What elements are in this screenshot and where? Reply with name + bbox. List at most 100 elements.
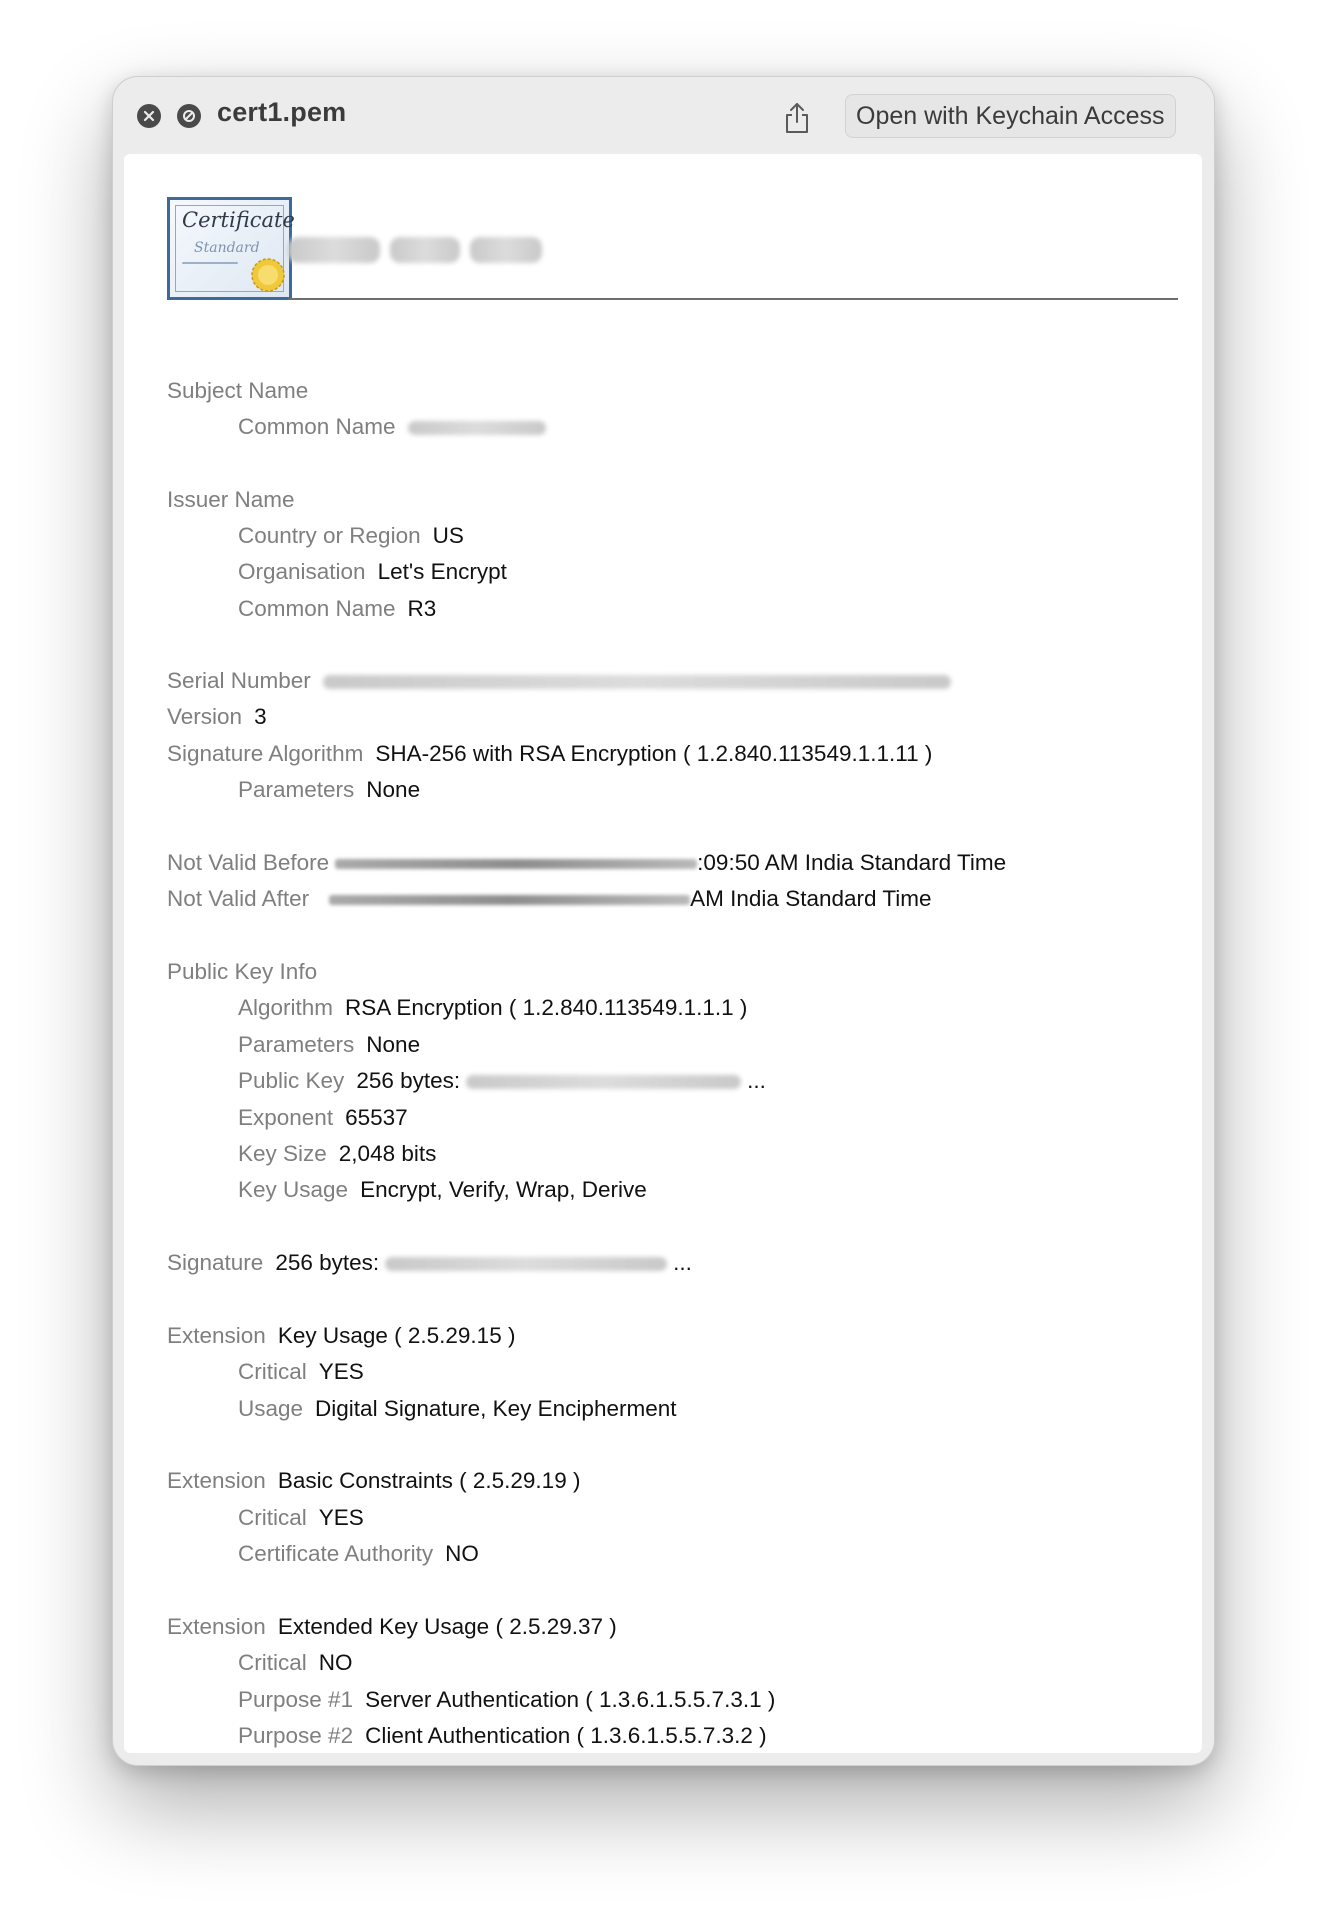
subject-common-name-label: Common Name: [238, 414, 396, 439]
pki-algorithm-label: Algorithm: [238, 995, 334, 1020]
pki-key-size-label: Key Size: [238, 1141, 327, 1166]
signature-value: 256 bytes:: [275, 1250, 380, 1275]
certificate-name-redacted: [288, 230, 588, 270]
pki-public-key-row: Public Key 256 bytes: ...: [238, 1066, 766, 1096]
ext3-purpose-1-label: Purpose #1: [238, 1687, 354, 1712]
issuer-organisation-value: Let's Encrypt: [377, 559, 507, 584]
issuer-country-value: US: [432, 523, 464, 548]
not-valid-after-row: Not Valid After AM India Standard Time: [167, 884, 932, 914]
not-valid-before-label: Not Valid Before: [167, 850, 330, 875]
pki-public-key-label: Public Key: [238, 1068, 345, 1093]
signature-algorithm-label: Signature Algorithm: [167, 741, 364, 766]
issuer-common-name-label: Common Name: [238, 596, 396, 621]
signature-row: Signature 256 bytes: ...: [167, 1248, 692, 1278]
pki-public-key-ellipsis: ...: [747, 1068, 766, 1093]
ext3-purpose-2-value: Client Authentication ( 1.3.6.1.5.5.7.3.…: [365, 1723, 767, 1748]
ext3-critical-value: NO: [318, 1650, 353, 1675]
not-valid-after-redacted: [329, 884, 691, 914]
pki-parameters-value: None: [366, 1032, 421, 1057]
certificate-icon-title: Certificate: [182, 208, 295, 232]
pki-exponent-value: 65537: [345, 1105, 408, 1130]
redacted-block: [470, 237, 542, 263]
pki-exponent-row: Exponent 65537: [238, 1103, 408, 1133]
ext3-critical-row: Critical NO: [238, 1648, 353, 1678]
signature-redacted: [385, 1248, 668, 1278]
public-key-info-row: Public Key Info: [167, 957, 317, 987]
stop-icon: [183, 110, 195, 122]
subject-name-heading: Subject Name: [167, 378, 309, 403]
header-divider: [288, 298, 1178, 300]
certificate-icon-flourish: [182, 262, 238, 264]
ext1-usage-value: Digital Signature, Key Encipherment: [315, 1396, 677, 1421]
ext2-critical-row: Critical YES: [238, 1503, 364, 1533]
open-with-keychain-button[interactable]: Open with Keychain Access: [845, 94, 1176, 138]
close-button[interactable]: [137, 104, 161, 128]
issuer-common-name-row: Common Name R3: [238, 594, 436, 624]
ext1-usage-row: Usage Digital Signature, Key Enciphermen…: [238, 1394, 677, 1424]
extension-label: Extension: [167, 1468, 266, 1493]
issuer-country-row: Country or Region US: [238, 521, 464, 551]
pki-parameters-label: Parameters: [238, 1032, 355, 1057]
share-icon: [786, 103, 808, 133]
signature-parameters-row: Parameters None: [238, 775, 420, 805]
version-row: Version 3: [167, 702, 267, 732]
ext2-ca-row: Certificate Authority NO: [238, 1539, 479, 1569]
signature-algorithm-value: SHA-256 with RSA Encryption ( 1.2.840.11…: [375, 741, 933, 766]
signature-parameters-label: Parameters: [238, 777, 355, 802]
issuer-name-row: Issuer Name: [167, 485, 295, 515]
ext1-critical-label: Critical: [238, 1359, 307, 1384]
not-valid-before-row: Not Valid Before :09:50 AM India Standar…: [167, 848, 1006, 878]
ext2-critical-label: Critical: [238, 1505, 307, 1530]
certificate-viewer: Certificate Standard Subject Name Common…: [124, 154, 1202, 1753]
signature-ellipsis: ...: [673, 1250, 692, 1275]
not-valid-after-label: Not Valid After: [167, 886, 310, 911]
issuer-organisation-label: Organisation: [238, 559, 366, 584]
pki-public-key-redacted: [466, 1066, 742, 1096]
pki-key-usage-row: Key Usage Encrypt, Verify, Wrap, Derive: [238, 1175, 647, 1205]
ext3-purpose-2-label: Purpose #2: [238, 1723, 354, 1748]
signature-label: Signature: [167, 1250, 264, 1275]
extension-basic-constraints-value: Basic Constraints ( 2.5.29.19 ): [277, 1468, 581, 1493]
close-icon: [143, 110, 155, 122]
pki-public-key-value: 256 bytes:: [356, 1068, 461, 1093]
not-valid-after-value: AM India Standard Time: [690, 886, 932, 911]
extension-extended-key-usage-value: Extended Key Usage ( 2.5.29.37 ): [277, 1614, 617, 1639]
pki-key-size-row: Key Size 2,048 bits: [238, 1139, 436, 1169]
quick-look-window: cert1.pem Open with Keychain Access Cert…: [112, 76, 1215, 1766]
signature-algorithm-row: Signature Algorithm SHA-256 with RSA Enc…: [167, 739, 932, 769]
extension-label: Extension: [167, 1614, 266, 1639]
pki-exponent-label: Exponent: [238, 1105, 334, 1130]
pki-key-usage-label: Key Usage: [238, 1177, 349, 1202]
pki-key-size-value: 2,048 bits: [338, 1141, 437, 1166]
serial-number-row: Serial Number: [167, 666, 951, 696]
ext3-critical-label: Critical: [238, 1650, 307, 1675]
stop-button[interactable]: [177, 104, 201, 128]
issuer-country-label: Country or Region: [238, 523, 421, 548]
share-button[interactable]: [779, 99, 815, 137]
not-valid-before-value: :09:50 AM India Standard Time: [697, 850, 1007, 875]
redacted-block: [288, 237, 380, 263]
title-bar: cert1.pem Open with Keychain Access: [113, 77, 1214, 153]
extension-key-usage-row: Extension Key Usage ( 2.5.29.15 ): [167, 1321, 515, 1351]
subject-common-name-row: Common Name: [238, 412, 546, 442]
ext2-ca-label: Certificate Authority: [238, 1541, 434, 1566]
window-title: cert1.pem: [217, 97, 347, 127]
ext1-critical-row: Critical YES: [238, 1357, 364, 1387]
certificate-icon: Certificate Standard: [167, 197, 295, 300]
ext2-critical-value: YES: [318, 1505, 364, 1530]
pki-key-usage-value: Encrypt, Verify, Wrap, Derive: [360, 1177, 647, 1202]
certificate-icon-subtitle: Standard: [194, 240, 260, 256]
subject-common-name-value: [407, 412, 546, 442]
ext1-usage-label: Usage: [238, 1396, 304, 1421]
issuer-name-heading: Issuer Name: [167, 487, 295, 512]
serial-number-value: [322, 666, 951, 696]
issuer-organisation-row: Organisation Let's Encrypt: [238, 557, 507, 587]
seal-icon: [251, 258, 285, 292]
ext3-purpose-1-row: Purpose #1 Server Authentication ( 1.3.6…: [238, 1685, 775, 1715]
version-value: 3: [254, 704, 267, 729]
extension-key-usage-value: Key Usage ( 2.5.29.15 ): [277, 1323, 516, 1348]
pki-algorithm-row: Algorithm RSA Encryption ( 1.2.840.11354…: [238, 993, 747, 1023]
ext3-purpose-2-row: Purpose #2 Client Authentication ( 1.3.6…: [238, 1721, 767, 1751]
ext3-purpose-1-value: Server Authentication ( 1.3.6.1.5.5.7.3.…: [365, 1687, 776, 1712]
serial-number-label: Serial Number: [167, 668, 311, 693]
